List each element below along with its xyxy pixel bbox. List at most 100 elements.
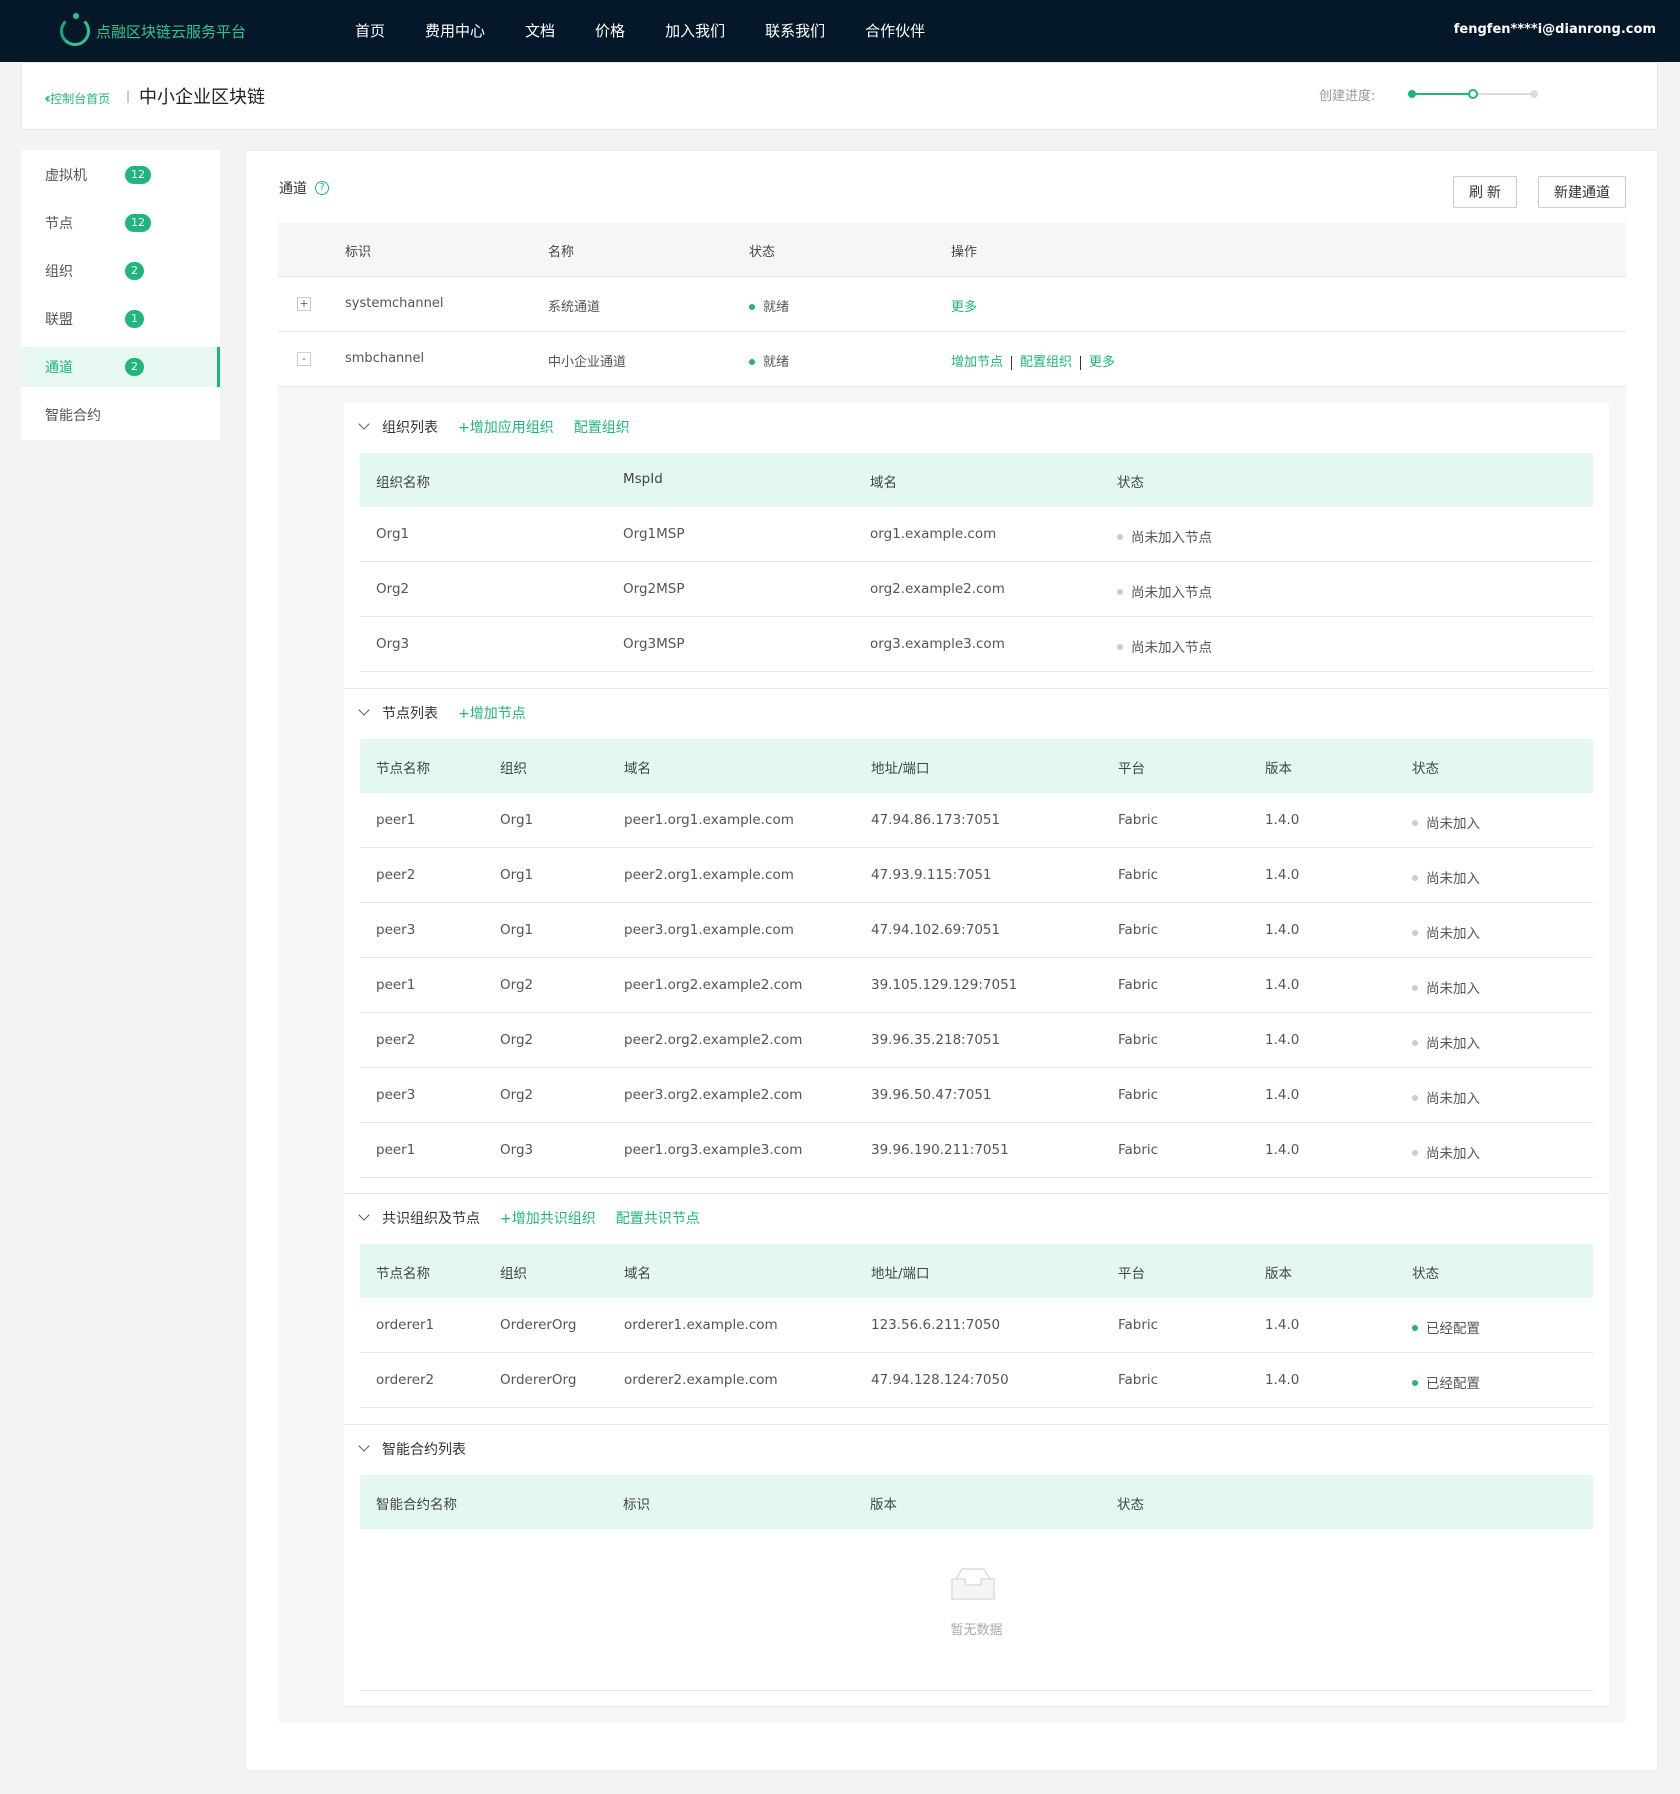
help-icon[interactable]: ? — [315, 181, 329, 195]
nav-join-us[interactable]: 加入我们 — [665, 20, 725, 41]
contract-table-header: 智能合约名称 标识 版本 状态 — [360, 1475, 1593, 1529]
add-node-link[interactable]: 增加节点 — [951, 355, 1003, 370]
section-title: 智能合约列表 — [382, 1442, 466, 1458]
peer-section: 节点列表 +增加节点 节点名称 组织 域名 地址/端口 平台 版本 状态 pee… — [344, 689, 1609, 1194]
user-account[interactable]: fengfen****i@dianrong.com — [1454, 22, 1656, 37]
table-row: peer2 Org2 peer2.org2.example2.com 39.96.35… — [360, 1013, 1593, 1068]
status-text: 就绪 — [763, 300, 790, 315]
col-node-name: 节点名称 — [376, 761, 430, 777]
more-link[interactable]: 更多 — [951, 296, 977, 315]
nav-contact[interactable]: 联系我们 — [765, 20, 825, 41]
table-cell: orderer1 — [376, 1317, 435, 1333]
collapse-button[interactable]: - — [297, 352, 311, 366]
col-version: 版本 — [1265, 1266, 1292, 1282]
breadcrumb-back-label: 控制台首页 — [50, 92, 111, 106]
configure-consensus-node-link[interactable]: 配置共识节点 — [616, 1208, 700, 1228]
status-dot-icon — [1412, 820, 1418, 826]
status-badge: 尚未加入 — [1412, 1142, 1480, 1162]
table-cell: peer1 — [376, 1142, 416, 1158]
status-dot-icon — [1412, 985, 1418, 991]
status-badge: 尚未加入 — [1412, 977, 1480, 997]
table-cell: Org3MSP — [623, 636, 685, 652]
nav-docs[interactable]: 文档 — [525, 20, 555, 41]
page-title: 中小企业区块链 — [139, 87, 265, 108]
col-status: 状态 — [1117, 1497, 1144, 1513]
orderer-section-header[interactable]: 共识组织及节点 +增加共识组织 配置共识节点 — [358, 1208, 700, 1228]
table-cell: 1.4.0 — [1265, 1142, 1300, 1158]
col-name: 名称 — [548, 245, 575, 260]
table-row: peer3 Org1 peer3.org1.example.com 47.94.102… — [360, 903, 1593, 958]
sidebar-item-contracts[interactable]: 智能合约 — [21, 395, 220, 435]
brand[interactable]: 点融区块链云服务平台 — [60, 13, 247, 48]
status-text: 尚未加入 — [1426, 871, 1480, 887]
sidebar-item-label: 虚拟机 — [45, 168, 87, 184]
col-domain: 域名 — [624, 761, 651, 777]
section-title: 共识组织及节点 — [382, 1211, 480, 1227]
table-cell: org3.example3.com — [870, 636, 1005, 652]
more-link[interactable]: 更多 — [1089, 355, 1115, 370]
col-status: 状态 — [1412, 1266, 1439, 1282]
top-navbar: 点融区块链云服务平台 首页 费用中心 文档 价格 加入我们 联系我们 合作伙伴 … — [0, 0, 1680, 62]
new-channel-button[interactable]: 新建通道 — [1538, 176, 1626, 208]
status-badge: 尚未加入节点 — [1117, 581, 1212, 601]
sidebar-item-nodes[interactable]: 节点 12 — [21, 203, 220, 243]
status-text: 就绪 — [763, 355, 790, 370]
expand-button[interactable]: + — [297, 297, 311, 311]
col-address: 地址/端口 — [871, 1266, 930, 1282]
breadcrumb-back-link[interactable]: ‹‹ 控制台首页 — [44, 90, 110, 107]
sidebar-item-channels[interactable]: 通道 2 — [21, 347, 220, 387]
nav-pricing[interactable]: 价格 — [595, 20, 625, 41]
table-row: peer1 Org1 peer1.org1.example.com 47.94.86.… — [360, 793, 1593, 848]
brand-name: 点融区块链云服务平台 — [96, 22, 247, 41]
nav-home[interactable]: 首页 — [355, 20, 385, 41]
configure-org-link[interactable]: 配置组织 — [574, 417, 630, 437]
channel-table-header: 标识 名称 状态 操作 — [278, 223, 1626, 277]
status-dot-icon — [749, 358, 755, 365]
section-heading: 通道 ? — [279, 178, 329, 198]
nav-billing[interactable]: 费用中心 — [425, 20, 485, 41]
table-cell: peer2.org1.example.com — [624, 867, 794, 883]
table-row: Org2 Org2MSP org2.example2.com 尚未加入节点 — [360, 562, 1593, 617]
status-badge: 尚未加入 — [1412, 1032, 1480, 1052]
sidebar: 虚拟机 12 节点 12 组织 2 联盟 1 通道 2 智能合约 — [21, 150, 220, 440]
status-text: 尚未加入节点 — [1131, 585, 1212, 601]
status-badge: 就绪 — [749, 351, 789, 370]
table-cell: 47.94.86.173:7051 — [871, 812, 1001, 828]
add-consensus-org-link[interactable]: +增加共识组织 — [500, 1208, 596, 1228]
progress-label: 创建进度: — [1319, 89, 1376, 104]
table-cell: org1.example.com — [870, 526, 997, 542]
table-cell: org2.example2.com — [870, 581, 1005, 597]
table-row: orderer2 OrdererOrg orderer2.example.com 47… — [360, 1353, 1593, 1408]
sidebar-item-label: 组织 — [45, 264, 73, 280]
table-cell: 1.4.0 — [1265, 977, 1300, 993]
table-row: peer1 Org2 peer1.org2.example2.com 39.105.1… — [360, 958, 1593, 1013]
table-cell: 39.105.129.129:7051 — [871, 977, 1018, 993]
table-cell: peer3.org1.example.com — [624, 922, 794, 938]
col-version: 版本 — [1265, 761, 1292, 777]
table-cell: 1.4.0 — [1265, 867, 1300, 883]
sidebar-item-consortium[interactable]: 联盟 1 — [21, 299, 220, 339]
row-actions: 增加节点 配置组织 更多 — [951, 351, 1115, 370]
table-cell: Org2MSP — [623, 581, 685, 597]
orderer-table-header: 节点名称 组织 域名 地址/端口 平台 版本 状态 — [360, 1244, 1593, 1298]
contract-section-header[interactable]: 智能合约列表 — [358, 1439, 466, 1459]
nav-partners[interactable]: 合作伙伴 — [865, 20, 925, 41]
table-cell: Org2 — [500, 1087, 534, 1103]
status-badge: 就绪 — [749, 296, 789, 315]
count-badge: 1 — [125, 310, 144, 328]
status-dot-icon — [1412, 930, 1418, 936]
sidebar-item-vm[interactable]: 虚拟机 12 — [21, 155, 220, 195]
table-cell: Org2 — [376, 581, 410, 597]
sidebar-item-orgs[interactable]: 组织 2 — [21, 251, 220, 291]
add-node-link[interactable]: +增加节点 — [458, 703, 526, 723]
table-cell: Org1MSP — [623, 526, 685, 542]
table-cell: orderer2 — [376, 1372, 435, 1388]
col-domain: 域名 — [870, 475, 897, 491]
configure-org-link[interactable]: 配置组织 — [1020, 355, 1072, 370]
org-section-header[interactable]: 组织列表 +增加应用组织 配置组织 — [358, 417, 630, 437]
table-cell: 47.94.102.69:7051 — [871, 922, 1001, 938]
refresh-button[interactable]: 刷 新 — [1453, 176, 1517, 208]
table-cell: peer3 — [376, 922, 416, 938]
peer-section-header[interactable]: 节点列表 +增加节点 — [358, 703, 526, 723]
add-app-org-link[interactable]: +增加应用组织 — [458, 417, 554, 437]
